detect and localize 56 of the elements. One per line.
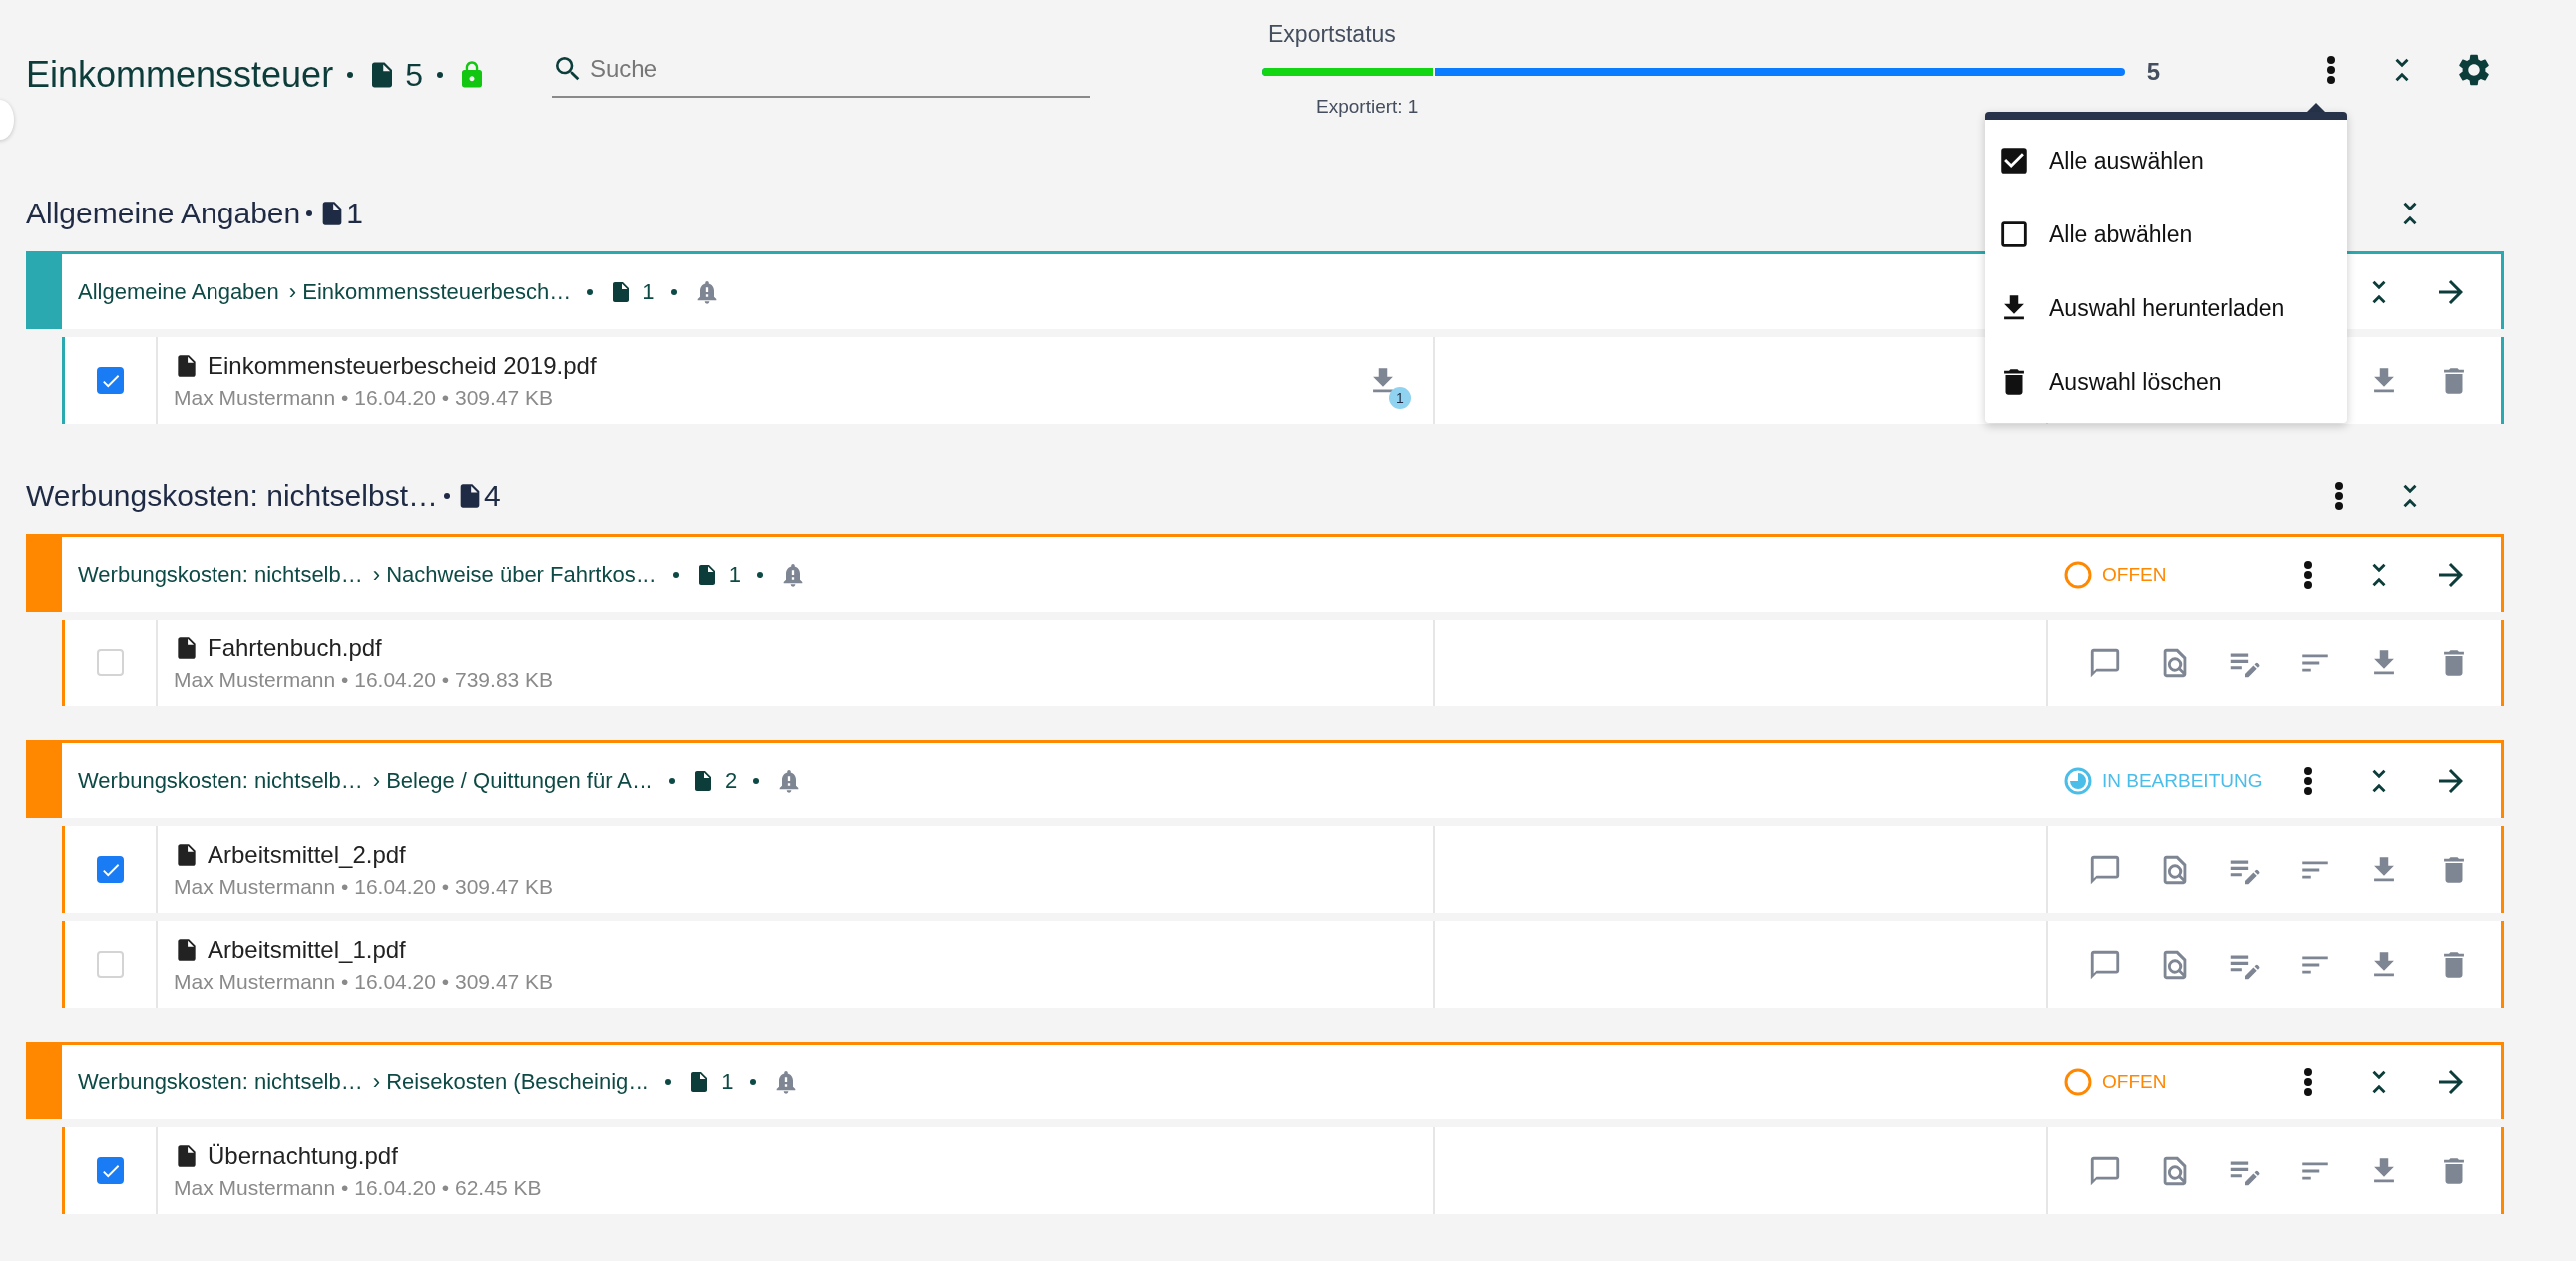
breadcrumb: Werbungskosten: nichtselb… <box>78 767 363 794</box>
file-name: Arbeitsmittel_1.pdf <box>208 935 406 964</box>
menu-item-label: Auswahl herunterladen <box>2049 294 2285 322</box>
more-icon <box>2303 1066 2313 1097</box>
breadcrumb: Werbungskosten: nichtselb… <box>78 1068 363 1095</box>
checkbox[interactable] <box>97 856 124 883</box>
file-name: Einkommensteuerbescheid 2019.pdf <box>208 351 597 380</box>
file-meta: Max Mustermann • 16.04.20 • 309.47 KB <box>174 874 554 899</box>
file-name: Arbeitsmittel_2.pdf <box>208 840 406 869</box>
menu-item[interactable]: Alle abwählen <box>1985 198 2347 271</box>
export-total: 5 <box>2146 57 2160 86</box>
more-icon <box>2303 765 2313 796</box>
section-title: Allgemeine Angaben <box>26 197 301 230</box>
file-meta: Max Mustermann • 16.04.20 • 739.83 KB <box>174 667 554 692</box>
more-icon <box>2303 559 2313 590</box>
file-meta: Max Mustermann • 16.04.20 • 62.45 KB <box>174 1175 542 1200</box>
document-count: 5 <box>405 56 423 94</box>
breadcrumb: Werbungskosten: nichtselb… <box>78 561 363 588</box>
section-title: Werbungskosten: nichtselbst… <box>26 479 438 513</box>
empty-circle-icon <box>2064 1067 2092 1096</box>
menu-item[interactable]: Alle auswählen <box>1985 124 2347 198</box>
search-field[interactable]: Suche <box>552 42 1090 98</box>
document-count: 1 <box>643 278 655 305</box>
file-name: Übernachtung.pdf <box>208 1141 398 1170</box>
document-count: 4 <box>484 479 501 513</box>
partial-circle-icon <box>2064 766 2092 795</box>
breadcrumb: Allgemeine Angaben <box>78 278 279 305</box>
file-name: Fahrtenbuch.pdf <box>208 633 382 662</box>
menu-item-label: Auswahl löschen <box>2049 368 2222 396</box>
breadcrumb: › Einkommenssteuerbesch… <box>288 278 572 305</box>
status-indicator: OFFEN <box>2064 1067 2280 1096</box>
breadcrumb: › Reisekosten (Bescheinig… <box>372 1068 650 1095</box>
status-indicator: OFFEN <box>2064 560 2280 589</box>
document-count: 1 <box>346 197 363 230</box>
more-icon <box>2326 55 2336 85</box>
document-count: 2 <box>725 767 738 794</box>
page-title: Einkommenssteuer <box>26 54 334 96</box>
status-indicator: IN BEARBEITUNG <box>2064 766 2280 795</box>
document-count: 1 <box>728 561 741 588</box>
document-count: 1 <box>721 1068 734 1095</box>
empty-circle-icon <box>2064 560 2092 589</box>
checkbox[interactable] <box>97 1157 124 1184</box>
breadcrumb: › Nachweise über Fahrtkos… <box>372 561 657 588</box>
export-status-label: Exportstatus <box>1268 20 1396 48</box>
menu-item-label: Alle auswählen <box>2049 147 2204 175</box>
checkbox[interactable] <box>97 367 124 394</box>
download-count-button[interactable]: 1 <box>1353 350 1413 411</box>
breadcrumb: › Belege / Quittungen für A… <box>372 767 654 794</box>
menu-item-label: Alle abwählen <box>2049 220 2193 248</box>
more-icon <box>2334 481 2344 511</box>
menu-item[interactable]: Auswahl herunterladen <box>1985 271 2347 345</box>
menu-item[interactable]: Auswahl löschen <box>1985 345 2347 419</box>
exported-count: Exportiert: 1 <box>1316 95 1419 118</box>
file-meta: Max Mustermann • 16.04.20 • 309.47 KB <box>174 385 555 410</box>
download-count-badge: 1 <box>1389 386 1411 409</box>
file-meta: Max Mustermann • 16.04.20 • 309.47 KB <box>174 969 554 994</box>
